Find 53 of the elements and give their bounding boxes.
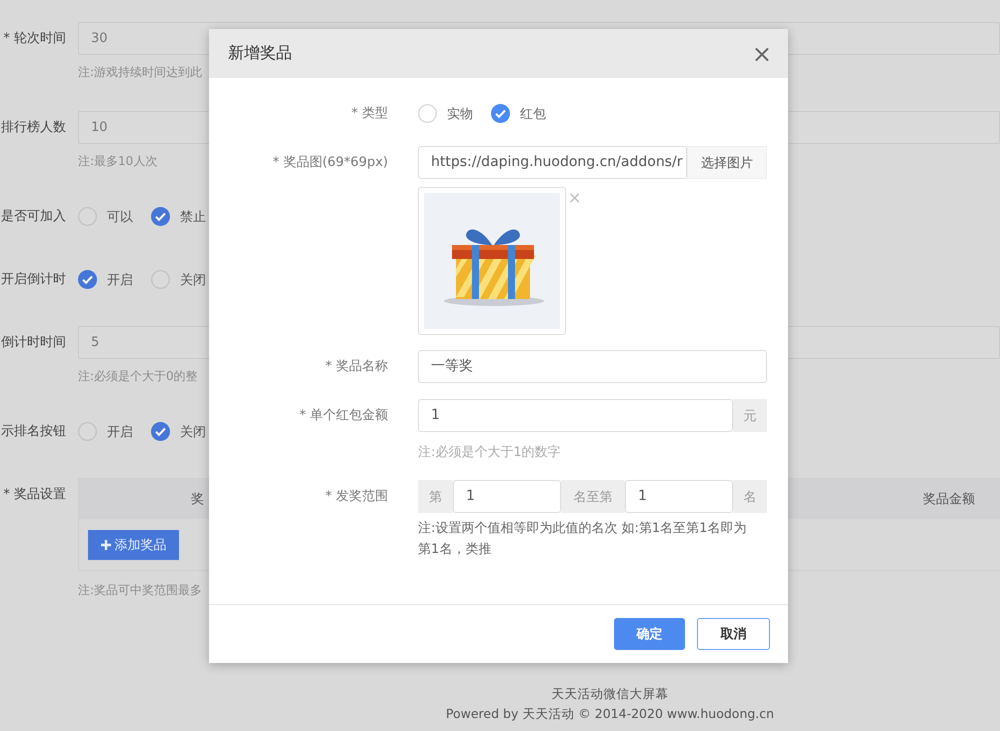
radio-label: 可以 (107, 208, 133, 226)
amount-input[interactable]: 1 (418, 399, 733, 432)
radio-icon[interactable] (78, 207, 97, 226)
rank-input[interactable]: 1 (625, 480, 733, 513)
field-label: * 类型 (350, 105, 388, 123)
field-label: 示排名按钮 (0, 423, 66, 441)
add-prize-button[interactable]: 添加奖品 (88, 530, 179, 560)
field-label: * 轮次时间 (2, 30, 66, 48)
hint-text: 注:必须是个大于0的整 (78, 368, 198, 385)
url-input[interactable]: https://daping.huodong.cn/addons/r (418, 146, 687, 179)
choose-image-button[interactable]: 选择图片 (687, 146, 767, 179)
radio-label: 禁止 (180, 208, 206, 226)
radio-label: 开启 (107, 272, 133, 288)
hint-text: 注:设置两个值相等即为此值的名次 如:第1名至第1名即为第1名，类推 (418, 520, 748, 559)
close-button[interactable]: × (752, 42, 772, 66)
cancel-button[interactable]: 取消 (697, 618, 770, 650)
hint-text: 注:最多10人次 (78, 153, 158, 170)
unit-addon: 元 (733, 399, 767, 432)
radio-icon[interactable] (78, 422, 97, 441)
plus-icon (100, 540, 110, 550)
range-addon: 名 (733, 480, 767, 513)
footer-text: Powered by 天天活动 © 2014-2020 www.huodong.cn (446, 705, 774, 723)
hint-text: 注:必须是个大于1的数字 (418, 444, 562, 462)
footer-text: 天天活动微信大屏幕 (552, 685, 668, 703)
text-input[interactable]: 一等奖 (418, 350, 767, 383)
checked-radio-icon[interactable] (491, 104, 510, 123)
field-label: * 奖品设置 (2, 486, 66, 504)
radio-label: 开启 (107, 424, 133, 440)
range-addon: 第 (418, 480, 453, 513)
radio-icon[interactable] (418, 104, 437, 123)
column-header: 奖 (191, 491, 204, 508)
field-label: * 奖品图(69*69px) (272, 154, 388, 172)
column-header: 奖品金额 (923, 491, 975, 508)
field-label: 是否可加入 (0, 208, 66, 226)
radio-icon[interactable] (151, 270, 170, 289)
field-label: * 发奖范围 (324, 488, 388, 506)
field-label: * 奖品名称 (324, 358, 388, 376)
field-label: 倒计时时间 (0, 334, 66, 352)
checked-radio-icon[interactable] (151, 207, 170, 226)
field-label: 排行榜人数 (0, 119, 66, 137)
radio-label: 关闭 (180, 424, 206, 440)
field-label: 开启倒计时 (0, 271, 66, 289)
hint-text: 注:奖品可中奖范围最多 (78, 582, 202, 599)
radio-label: 关闭 (180, 272, 206, 288)
rank-input[interactable]: 1 (453, 480, 561, 513)
radio-label: 实物 (447, 106, 473, 122)
range-addon: 名至第 (561, 480, 625, 513)
checked-radio-icon[interactable] (78, 270, 97, 289)
field-label: * 单个红包金额 (298, 407, 388, 425)
hint-text: 注:游戏持续时间达到此 (78, 64, 202, 81)
dialog-title: 新增奖品 (228, 43, 292, 64)
radio-label: 红包 (520, 106, 546, 122)
checked-radio-icon[interactable] (151, 422, 170, 441)
